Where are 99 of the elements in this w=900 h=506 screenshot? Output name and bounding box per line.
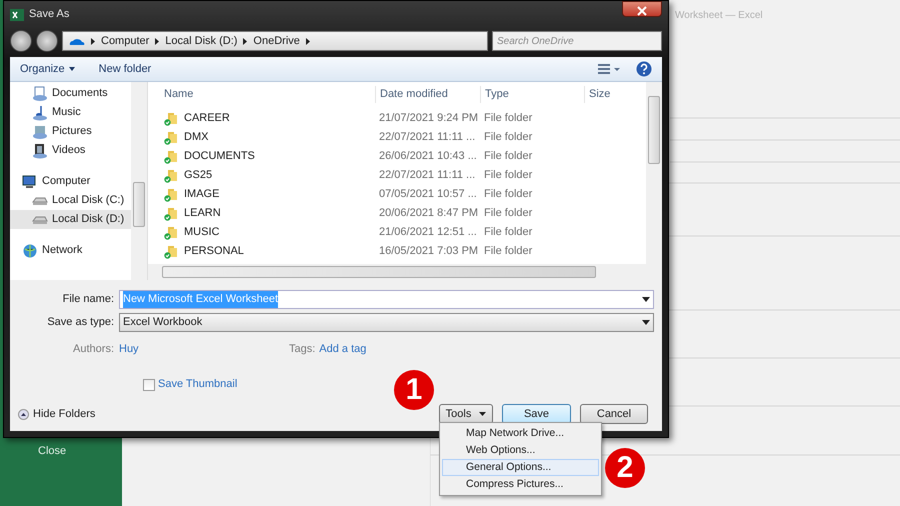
breadcrumb-item[interactable]: Computer xyxy=(101,32,150,50)
scrollbar[interactable] xyxy=(646,82,662,280)
nav-item[interactable]: Pictures xyxy=(10,122,131,141)
window-title: Worksheet — Excel xyxy=(675,9,763,23)
date-cell: 21/07/2021 9:24 PM xyxy=(379,112,478,124)
dialog-title: Save As xyxy=(29,7,70,22)
folder-icon xyxy=(164,168,178,182)
type-cell: File folder xyxy=(484,188,532,200)
type-cell: File folder xyxy=(484,169,532,182)
file-name[interactable]: DMX xyxy=(184,129,208,146)
nav-item[interactable]: Local Disk (C:) xyxy=(10,191,131,210)
search-field[interactable]: Search OneDrive xyxy=(492,31,662,51)
date-cell: 21/06/2021 12:51 ... xyxy=(379,226,477,238)
scrollbar[interactable] xyxy=(148,264,646,280)
computer-icon xyxy=(22,174,38,190)
network-icon xyxy=(22,242,38,258)
menu-item[interactable]: General Options... xyxy=(442,459,599,476)
file-name[interactable]: IMAGE xyxy=(184,186,220,203)
forward-button[interactable] xyxy=(36,30,58,52)
file-name[interactable]: MUSIC xyxy=(184,224,220,241)
nav-item[interactable]: Network xyxy=(10,241,131,260)
column-header[interactable]: Type xyxy=(485,88,509,100)
nav-item[interactable]: Computer xyxy=(10,172,131,191)
save-type-dropdown[interactable]: Excel Workbook xyxy=(119,313,654,332)
toolbar-button[interactable]: Organize xyxy=(20,60,75,78)
file-name[interactable]: PERSONAL xyxy=(184,243,244,260)
folder-icon xyxy=(164,112,178,126)
folder-icon xyxy=(164,226,178,240)
breadcrumb-item[interactable]: Local Disk (D:) xyxy=(165,32,238,50)
close-icon xyxy=(636,6,648,16)
excel-icon xyxy=(10,8,24,20)
dropdown-icon xyxy=(642,297,650,302)
file-name[interactable]: GS25 xyxy=(184,167,212,184)
pictures-icon xyxy=(32,124,48,140)
column-header[interactable]: Name xyxy=(164,86,194,103)
documents-icon xyxy=(32,86,48,102)
chevron-icon xyxy=(155,38,160,44)
collapse-icon xyxy=(18,408,29,420)
folder-icon xyxy=(164,244,178,258)
videos-icon xyxy=(32,142,48,158)
type-cell: File folder xyxy=(484,207,532,220)
folder-icon xyxy=(164,206,178,220)
field-label: Save as type: xyxy=(46,315,115,330)
type-cell: File folder xyxy=(484,131,532,144)
type-cell: File folder xyxy=(484,245,532,258)
cloud-icon xyxy=(69,36,85,46)
dropdown-icon xyxy=(642,320,650,325)
field-label: Authors: xyxy=(72,342,115,358)
scrollbar[interactable] xyxy=(131,82,147,280)
menu-item[interactable]: Close xyxy=(38,443,66,460)
nav-item[interactable]: Local Disk (D:) xyxy=(10,210,131,229)
cancel-button[interactable]: Cancel xyxy=(580,404,648,424)
field-label: File name: xyxy=(62,292,115,308)
date-cell: 07/05/2021 10:57 ... xyxy=(379,188,477,200)
type-cell: File folder xyxy=(484,226,532,238)
column-header[interactable]: Date modified xyxy=(380,88,448,100)
folder-icon xyxy=(164,130,178,144)
file-name[interactable]: LEARN xyxy=(184,205,221,222)
close-button[interactable] xyxy=(622,1,662,17)
menu-item[interactable]: Map Network Drive... xyxy=(442,425,599,442)
type-cell: File folder xyxy=(484,112,532,124)
tag-link[interactable]: Add a tag xyxy=(319,341,366,358)
nav-item[interactable]: Documents xyxy=(10,84,131,103)
caret-icon xyxy=(479,412,486,416)
chevron-icon xyxy=(306,38,310,44)
menu-item[interactable]: Web Options... xyxy=(442,442,599,459)
type-cell: File folder xyxy=(484,150,532,162)
step-marker: 2 xyxy=(605,448,645,488)
toolbar-button[interactable]: New folder xyxy=(98,60,152,78)
field-value: New Microsoft Excel Worksheet xyxy=(123,291,278,308)
date-cell: 26/06/2021 10:43 ... xyxy=(379,150,477,162)
back-button[interactable] xyxy=(10,30,32,52)
file-name[interactable]: DOCUMENTS xyxy=(184,148,255,165)
date-cell: 16/05/2021 7:03 PM xyxy=(379,245,478,258)
checkbox-label[interactable]: Save Thumbnail xyxy=(158,376,238,393)
field-label: Tags: xyxy=(289,342,316,358)
author-link[interactable]: Huy xyxy=(119,341,289,358)
folder-icon xyxy=(164,188,178,202)
nav-item[interactable]: Videos xyxy=(10,141,131,160)
nav-item[interactable]: Music xyxy=(10,103,131,122)
caret-icon xyxy=(68,67,75,71)
menu-item[interactable]: Compress Pictures... xyxy=(442,476,599,493)
save-button[interactable]: Save xyxy=(502,404,571,424)
date-cell: 22/07/2021 11:11 ... xyxy=(379,131,476,144)
file-name[interactable]: CAREER xyxy=(184,110,230,127)
checkbox[interactable] xyxy=(143,378,155,390)
help-icon[interactable] xyxy=(636,61,652,77)
chevron-icon xyxy=(243,38,248,44)
address-bar[interactable]: Computer Local Disk (D:) OneDrive xyxy=(62,31,488,51)
date-cell: 22/07/2021 11:11 ... xyxy=(379,169,476,182)
column-header[interactable]: Size xyxy=(589,88,610,100)
tools-button[interactable]: Tools xyxy=(439,404,493,424)
hide-folders-button[interactable]: Hide Folders xyxy=(18,406,96,422)
breadcrumb-item[interactable]: OneDrive xyxy=(253,32,300,50)
music-icon xyxy=(32,104,48,120)
chevron-icon xyxy=(91,38,95,44)
folder-icon xyxy=(164,150,178,164)
view-icon[interactable] xyxy=(598,63,620,75)
date-cell: 20/06/2021 8:47 PM xyxy=(379,207,478,220)
